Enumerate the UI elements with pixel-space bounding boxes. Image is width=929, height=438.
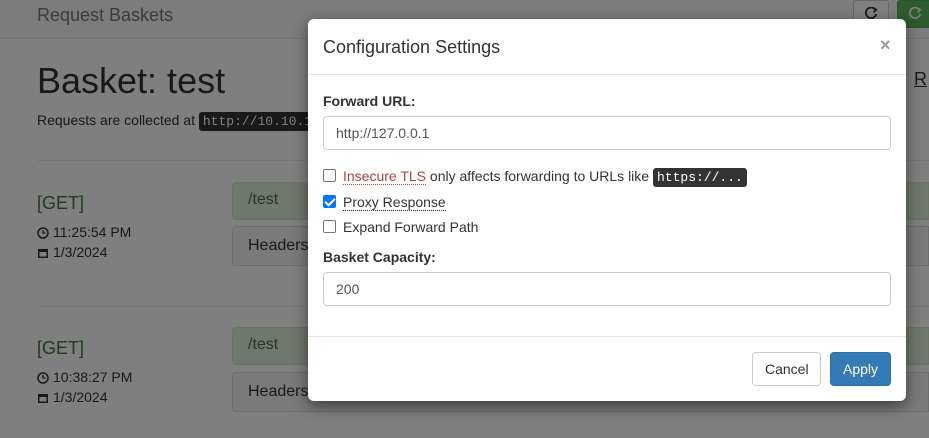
config-modal: Configuration Settings × Forward URL: In… xyxy=(308,19,906,401)
insecure-tls-row: Insecure TLS only affects forwarding to … xyxy=(323,166,747,187)
cancel-button[interactable]: Cancel xyxy=(752,352,821,386)
apply-button[interactable]: Apply xyxy=(830,352,891,386)
forward-url-input[interactable] xyxy=(323,116,891,150)
insecure-tls-label: Insecure TLS xyxy=(343,168,427,185)
proxy-response-row: Proxy Response xyxy=(323,192,446,212)
expand-forward-path-row: Expand Forward Path xyxy=(323,217,478,237)
https-code: https://... xyxy=(652,168,747,187)
modal-footer: Cancel Apply xyxy=(308,336,906,401)
expand-forward-path-label: Expand Forward Path xyxy=(343,219,479,235)
expand-forward-path-checkbox[interactable] xyxy=(323,219,336,233)
modal-header: Configuration Settings × xyxy=(308,19,906,75)
proxy-response-label: Proxy Response xyxy=(343,194,446,211)
close-icon[interactable]: × xyxy=(880,36,891,54)
basket-capacity-input[interactable] xyxy=(323,272,891,306)
insecure-tls-checkbox[interactable] xyxy=(323,168,336,182)
insecure-tls-suffix: only affects forwarding to URLs like xyxy=(429,168,650,184)
modal-title: Configuration Settings xyxy=(323,37,501,57)
basket-capacity-label: Basket Capacity: xyxy=(323,249,436,265)
proxy-response-checkbox[interactable] xyxy=(323,194,336,208)
forward-url-label: Forward URL: xyxy=(323,93,416,109)
